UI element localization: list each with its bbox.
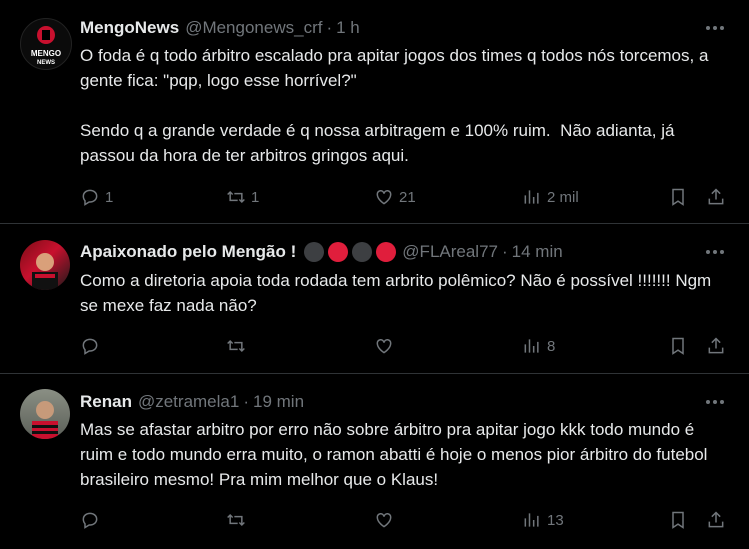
avatar[interactable] bbox=[20, 240, 70, 290]
retweet-count: 1 bbox=[251, 188, 260, 206]
heart-icon bbox=[376, 512, 392, 528]
retweet-icon bbox=[227, 339, 245, 353]
author-name[interactable]: Apaixonado pelo Mengão ! bbox=[80, 242, 296, 262]
reply-button[interactable] bbox=[80, 508, 105, 532]
bookmark-button[interactable] bbox=[668, 508, 693, 532]
bookmark-icon bbox=[672, 337, 684, 355]
red-circle-emoji bbox=[328, 242, 349, 262]
separator-dot: · bbox=[326, 18, 333, 37]
share-button[interactable] bbox=[706, 334, 731, 358]
retweet-icon bbox=[227, 513, 245, 527]
reply-button[interactable]: 1 bbox=[80, 185, 113, 209]
black-circle-emoji bbox=[352, 242, 373, 262]
separator-dot: · bbox=[502, 242, 508, 261]
share-icon bbox=[708, 188, 724, 205]
action-bar: 13 bbox=[80, 508, 729, 532]
bookmark-button[interactable] bbox=[668, 185, 693, 209]
share-button[interactable] bbox=[706, 185, 731, 209]
tweet[interactable]: Renan @zetramela1 · 19 min Mas se afasta… bbox=[0, 374, 749, 549]
bookmark-button[interactable] bbox=[668, 334, 693, 358]
more-options-icon[interactable] bbox=[703, 18, 727, 38]
analytics-icon bbox=[524, 339, 539, 353]
tweet-text: Como a diretoria apoia toda rodada tem a… bbox=[80, 271, 716, 315]
action-bar: 1 1 21 2 mil bbox=[80, 185, 729, 209]
author-name[interactable]: MengoNews bbox=[80, 18, 179, 38]
share-icon bbox=[708, 337, 724, 354]
reply-button[interactable] bbox=[80, 334, 105, 358]
author-handle[interactable]: @zetramela1 bbox=[138, 392, 239, 412]
separator-dot: · bbox=[243, 392, 249, 411]
tweet[interactable]: MENGO NEWS MengoNews @Mengonews_crf · 1 … bbox=[0, 0, 749, 224]
retweet-button[interactable] bbox=[226, 508, 251, 532]
black-circle-emoji bbox=[304, 242, 325, 262]
reply-icon bbox=[82, 512, 98, 529]
like-button[interactable] bbox=[374, 334, 399, 358]
retweet-icon bbox=[227, 190, 245, 204]
like-button[interactable]: 21 bbox=[374, 185, 416, 209]
heart-icon bbox=[376, 338, 392, 354]
reply-count: 1 bbox=[105, 188, 114, 206]
action-bar: 8 bbox=[80, 334, 729, 358]
share-icon bbox=[708, 511, 724, 528]
timestamp[interactable]: 14 min bbox=[512, 242, 563, 262]
share-button[interactable] bbox=[706, 508, 731, 532]
views-button[interactable]: 13 bbox=[522, 508, 564, 532]
tweet-text: Mas se afastar arbitro por erro não sobr… bbox=[80, 420, 713, 489]
views-button[interactable]: 8 bbox=[522, 334, 555, 358]
avatar[interactable] bbox=[20, 389, 70, 439]
like-button[interactable] bbox=[374, 508, 399, 532]
analytics-icon bbox=[524, 190, 539, 204]
analytics-icon bbox=[524, 513, 539, 527]
author-handle[interactable]: @FLAreal77 bbox=[402, 242, 498, 262]
views-count: 8 bbox=[547, 337, 556, 355]
views-count: 13 bbox=[547, 511, 564, 529]
bookmark-icon bbox=[672, 511, 684, 529]
more-options-icon[interactable] bbox=[703, 242, 727, 262]
retweet-button[interactable]: 1 bbox=[226, 185, 259, 209]
timestamp[interactable]: 19 min bbox=[253, 392, 304, 412]
red-circle-emoji bbox=[376, 242, 397, 262]
reply-icon bbox=[82, 338, 98, 355]
like-count: 21 bbox=[399, 188, 416, 206]
heart-icon bbox=[376, 189, 392, 205]
tweet-text: O foda é q todo árbitro escalado pra api… bbox=[80, 46, 709, 165]
retweet-button[interactable] bbox=[226, 334, 251, 358]
svg-text:NEWS: NEWS bbox=[37, 60, 55, 66]
bookmark-icon bbox=[672, 188, 684, 206]
timestamp[interactable]: 1 h bbox=[336, 18, 360, 38]
svg-text:MENGO: MENGO bbox=[31, 49, 61, 58]
emoji-badges bbox=[300, 242, 397, 262]
avatar[interactable]: MENGO NEWS bbox=[20, 18, 72, 70]
more-options-icon[interactable] bbox=[703, 392, 727, 412]
reply-icon bbox=[82, 189, 98, 206]
author-name[interactable]: Renan bbox=[80, 392, 132, 412]
views-count: 2 mil bbox=[547, 188, 579, 206]
views-button[interactable]: 2 mil bbox=[522, 185, 579, 209]
tweet[interactable]: Apaixonado pelo Mengão ! @FLAreal77 · 14… bbox=[0, 224, 749, 374]
author-handle[interactable]: @Mengonews_crf bbox=[185, 18, 322, 38]
